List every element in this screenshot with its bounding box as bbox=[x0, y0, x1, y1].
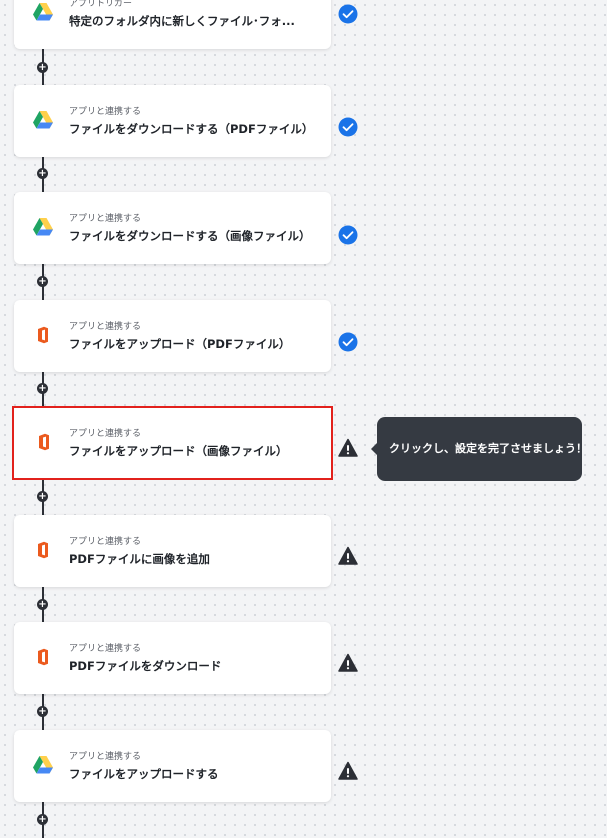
flow-step-card[interactable]: アプリと連携する PDFファイルをダウンロード bbox=[14, 622, 331, 694]
tooltip-arrow bbox=[371, 443, 377, 455]
step-title: ファイルをアップロード（PDFファイル） bbox=[69, 337, 291, 351]
step-kind: アプリと連携する bbox=[69, 429, 142, 439]
step-kind: アプリと連携する bbox=[69, 537, 142, 547]
step-kind: アプリと連携する bbox=[69, 107, 142, 117]
warning-icon bbox=[338, 653, 358, 672]
step-title: PDFファイルをダウンロード bbox=[69, 659, 222, 673]
step-title: PDFファイルに画像を追加 bbox=[69, 552, 210, 566]
google-drive-icon bbox=[33, 218, 53, 236]
flow-step-card[interactable]: アプリと連携する ファイルをアップロードする bbox=[14, 730, 331, 802]
flow-step-card[interactable]: アプリトリガー 特定のフォルダ内に新しくファイル･フォ... bbox=[14, 0, 331, 49]
google-drive-icon bbox=[33, 756, 53, 774]
add-step-button[interactable]: + bbox=[37, 706, 48, 717]
step-kind: アプリと連携する bbox=[69, 752, 142, 762]
office-app-icon bbox=[38, 648, 48, 666]
step-title: ファイルをダウンロードする（PDFファイル） bbox=[69, 122, 314, 136]
add-step-button[interactable]: + bbox=[37, 599, 48, 610]
check-circle-icon bbox=[338, 225, 358, 245]
flow-step-card-selected[interactable]: アプリと連携する ファイルをアップロード（画像ファイル） bbox=[12, 406, 333, 480]
tooltip-text: クリックし、設定を完了させましょう！ bbox=[389, 442, 587, 455]
step-kind: アプリと連携する bbox=[69, 644, 142, 654]
step-kind: アプリトリガー bbox=[69, 0, 133, 9]
flow-step-card[interactable]: アプリと連携する PDFファイルに画像を追加 bbox=[14, 515, 331, 587]
add-step-button[interactable]: + bbox=[37, 814, 48, 825]
add-step-button[interactable]: + bbox=[37, 168, 48, 179]
add-step-button[interactable]: + bbox=[37, 276, 48, 287]
flow-step-card[interactable]: アプリと連携する ファイルをアップロード（PDFファイル） bbox=[14, 300, 331, 372]
step-title: ファイルをアップロードする bbox=[69, 767, 219, 781]
google-drive-icon bbox=[33, 111, 53, 129]
check-circle-icon bbox=[338, 4, 358, 24]
warning-icon bbox=[338, 438, 358, 457]
flow-canvas: + + + + + + + + アプリトリガー 特定のフォルダ内に新しくファイル… bbox=[0, 0, 607, 838]
office-app-icon bbox=[38, 326, 48, 344]
check-circle-icon bbox=[338, 117, 358, 137]
office-app-icon bbox=[39, 433, 49, 451]
step-kind: アプリと連携する bbox=[69, 214, 142, 224]
step-title: ファイルをアップロード（画像ファイル） bbox=[69, 444, 288, 458]
add-step-button[interactable]: + bbox=[37, 491, 48, 502]
add-step-button[interactable]: + bbox=[37, 383, 48, 394]
check-circle-icon bbox=[338, 332, 358, 352]
warning-icon bbox=[338, 546, 358, 565]
step-title: ファイルをダウンロードする（画像ファイル） bbox=[69, 229, 311, 243]
flow-step-card[interactable]: アプリと連携する ファイルをダウンロードする（画像ファイル） bbox=[14, 192, 331, 264]
flow-step-card[interactable]: アプリと連携する ファイルをダウンロードする（PDFファイル） bbox=[14, 85, 331, 157]
add-step-button[interactable]: + bbox=[37, 62, 48, 73]
step-kind: アプリと連携する bbox=[69, 322, 142, 332]
warning-icon bbox=[338, 761, 358, 780]
step-title: 特定のフォルダ内に新しくファイル･フォ... bbox=[69, 14, 295, 28]
google-drive-icon bbox=[33, 3, 53, 21]
setup-hint-tooltip: クリックし、設定を完了させましょう！ bbox=[371, 417, 587, 481]
office-app-icon bbox=[38, 541, 48, 559]
